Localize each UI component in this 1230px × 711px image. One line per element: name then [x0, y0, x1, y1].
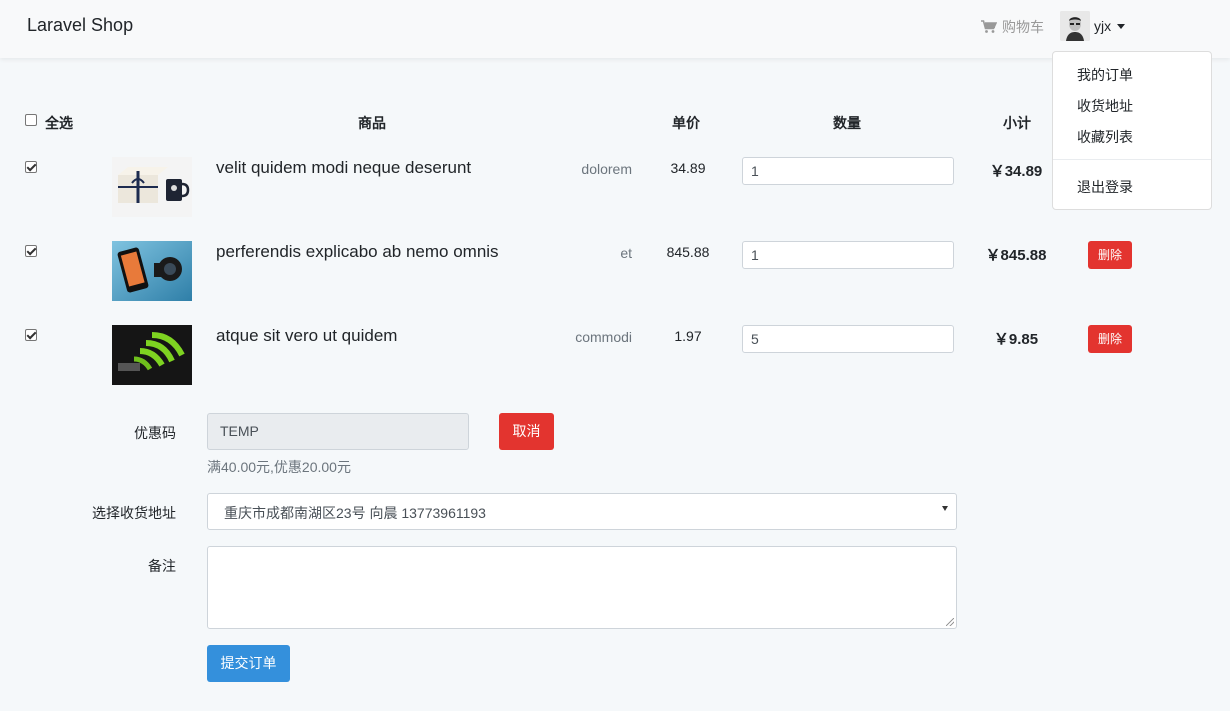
user-menu-toggle[interactable]: yjx [1060, 11, 1126, 41]
row-checkbox[interactable] [25, 161, 37, 173]
submit-order-button[interactable]: 提交订单 [207, 645, 290, 682]
table-row: velit quidem modi neque deserunt dolorem… [0, 156, 1230, 220]
coupon-label: 优惠码 [134, 425, 176, 441]
menu-item-logout[interactable]: 退出登录 [1053, 176, 1211, 207]
product-title[interactable]: perferendis explicabo ab nemo omnis [216, 242, 499, 262]
select-all-checkbox[interactable] [25, 114, 37, 126]
header-quantity: 数量 [833, 115, 861, 131]
cart-label: 购物车 [1002, 19, 1044, 35]
remark-textarea[interactable] [207, 546, 957, 629]
product-subtotal: ￥845.88 [985, 247, 1047, 264]
cart-icon [981, 20, 997, 33]
quantity-input[interactable] [742, 325, 954, 353]
brand-link[interactable]: Laravel Shop [27, 15, 133, 36]
product-image[interactable] [112, 241, 192, 301]
user-dropdown-menu: 我的订单 收货地址 收藏列表 退出登录 [1052, 51, 1212, 210]
quantity-input[interactable] [742, 241, 954, 269]
menu-divider [1053, 159, 1211, 160]
product-title[interactable]: velit quidem modi neque deserunt [216, 158, 471, 178]
product-image[interactable] [112, 325, 192, 385]
product-title[interactable]: atque sit vero ut quidem [216, 326, 397, 346]
coupon-cancel-button[interactable]: 取消 [499, 413, 554, 450]
coupon-description: 满40.00元,优惠20.00元 [207, 459, 351, 475]
menu-item-addresses[interactable]: 收货地址 [1053, 95, 1211, 126]
product-price: 34.89 [670, 160, 706, 176]
delete-button[interactable]: 删除 [1088, 241, 1132, 269]
menu-item-orders[interactable]: 我的订单 [1053, 64, 1211, 95]
resize-grip-icon[interactable] [946, 618, 954, 626]
product-sku: commodi [575, 329, 632, 345]
address-select[interactable]: 重庆市成都南湖区23号 向晨 13773961193 [207, 493, 957, 530]
address-selected-value: 重庆市成都南湖区23号 向晨 13773961193 [224, 505, 486, 521]
menu-item-favorites[interactable]: 收藏列表 [1053, 126, 1211, 157]
row-checkbox[interactable] [25, 329, 37, 341]
product-subtotal: ￥34.89 [989, 163, 1043, 180]
header-select-all: 全选 [45, 115, 73, 131]
caret-down-icon [1117, 23, 1126, 29]
table-row: atque sit vero ut quidem commodi 1.97 ￥9… [0, 324, 1230, 388]
navbar: Laravel Shop 购物车 yjx [0, 0, 1230, 58]
product-sku: et [620, 245, 632, 261]
product-price: 1.97 [674, 328, 702, 344]
address-label: 选择收货地址 [92, 505, 176, 521]
product-sku: dolorem [581, 161, 632, 177]
username: yjx [1094, 18, 1112, 34]
table-row: perferendis explicabo ab nemo omnis et 8… [0, 240, 1230, 304]
header-product: 商品 [358, 115, 386, 131]
quantity-input[interactable] [742, 157, 954, 185]
header-unit-price: 单价 [672, 115, 700, 131]
row-checkbox[interactable] [25, 245, 37, 257]
coupon-input[interactable]: TEMP [207, 413, 469, 450]
header-subtotal: 小计 [1003, 115, 1031, 131]
product-subtotal: ￥9.85 [993, 331, 1039, 348]
remark-label: 备注 [148, 558, 176, 574]
dropdown-arrow-icon [942, 506, 948, 511]
product-image[interactable] [112, 157, 192, 217]
avatar [1060, 11, 1090, 41]
product-price: 845.88 [666, 244, 710, 260]
delete-button[interactable]: 删除 [1088, 325, 1132, 353]
cart-link[interactable]: 购物车 [981, 17, 1044, 37]
